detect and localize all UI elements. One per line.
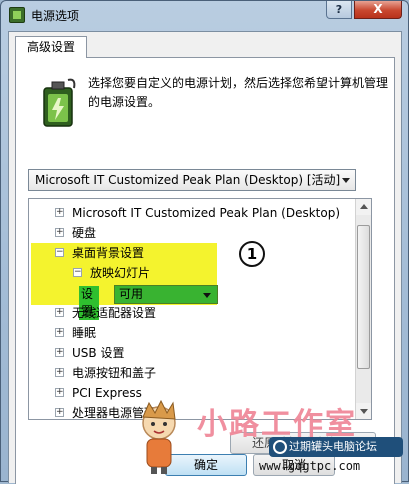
power-plan-select[interactable]: Microsoft IT Customized Peak Plan (Deskt… — [28, 169, 356, 191]
window-title: 电源选项 — [31, 9, 80, 23]
intro-text: 选择您要自定义的电源计划，然后选择您希望计算机管理的电源设置。 — [88, 76, 389, 109]
expand-icon[interactable]: + — [55, 348, 64, 357]
expand-icon[interactable]: + — [55, 328, 64, 337]
battery-plug-icon — [43, 78, 76, 127]
tree-item-label: USB 设置 — [72, 346, 125, 360]
collapse-icon[interactable]: − — [55, 248, 64, 257]
watermark-url: www.gqgtpc.com — [259, 459, 361, 473]
tree-item-label: 无线适配器设置 — [72, 306, 157, 320]
close-button[interactable]: X — [354, 1, 402, 19]
title-bar: 电源选项 ? X — [1, 1, 408, 29]
scroll-up-icon[interactable] — [356, 199, 371, 215]
power-options-icon — [9, 7, 25, 23]
collapse-icon[interactable]: − — [73, 268, 82, 277]
tree-item-label: 电源按钮和盖子 — [72, 366, 157, 380]
tree-item-label: 放映幻灯片 — [90, 266, 151, 280]
slideshow-setting-select[interactable]: 可用 — [114, 285, 218, 304]
chevron-down-icon — [203, 293, 211, 298]
tree-item-label: Microsoft IT Customized Peak Plan (Deskt… — [72, 206, 341, 220]
mascot-watermark-icon — [142, 399, 176, 474]
expand-icon[interactable]: + — [55, 228, 64, 237]
settings-tree: + Microsoft IT Customized Peak Plan (Des… — [28, 198, 372, 420]
power-plan-select-value: Microsoft IT Customized Peak Plan (Deskt… — [35, 173, 341, 187]
help-button[interactable]: ? — [326, 1, 352, 19]
tree-item-label: 睡眠 — [72, 326, 97, 340]
chevron-down-icon — [342, 178, 350, 183]
expand-icon[interactable]: + — [55, 368, 64, 377]
callout-number: 1 — [239, 241, 265, 267]
tree-item-label: 桌面背景设置 — [72, 246, 145, 260]
tree-scrollbar[interactable] — [355, 199, 371, 419]
forum-watermark-badge: 过期罐头电脑论坛 — [269, 437, 403, 457]
setting-value: 可用 — [119, 287, 144, 301]
tree-item-label: 硬盘 — [72, 226, 97, 240]
expand-icon[interactable]: + — [55, 408, 64, 417]
tab-advanced-settings[interactable]: 高级设置 — [15, 36, 87, 58]
scroll-down-icon[interactable] — [356, 403, 371, 419]
expand-icon[interactable]: + — [55, 388, 64, 397]
power-options-window: 电源选项 ? X 高级设置 选择您要自定义的电源计划，然后选择您希望计算机管理的… — [0, 0, 409, 484]
expand-icon[interactable]: + — [55, 308, 64, 317]
scrollbar-thumb[interactable] — [357, 225, 370, 369]
expand-icon[interactable]: + — [55, 208, 64, 217]
